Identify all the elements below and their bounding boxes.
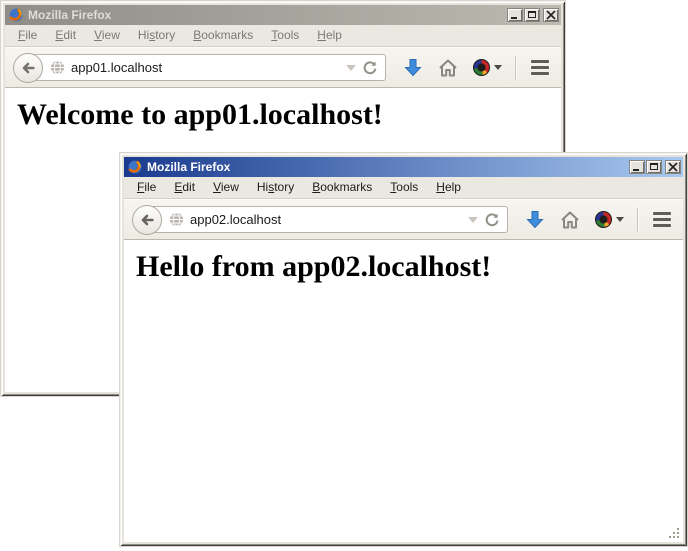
menu-view[interactable]: View bbox=[85, 26, 129, 45]
maximize-icon bbox=[528, 11, 536, 18]
menu-label-post: ools bbox=[277, 28, 299, 42]
downloads-button[interactable] bbox=[525, 210, 545, 230]
hamburger-icon bbox=[653, 224, 671, 227]
titlebar[interactable]: Mozilla Firefox bbox=[124, 157, 683, 177]
extension-button[interactable] bbox=[473, 59, 502, 76]
menu-label-post: iew bbox=[221, 180, 239, 194]
menu-accesskey: V bbox=[94, 28, 102, 42]
extension-dropdown-icon bbox=[616, 217, 624, 222]
menu-tools[interactable]: Tools bbox=[262, 26, 308, 45]
globe-icon bbox=[50, 60, 65, 75]
hamburger-icon bbox=[653, 212, 671, 215]
toolbar-separator bbox=[637, 208, 638, 232]
navigation-toolbar: app01.localhost bbox=[5, 47, 561, 88]
menu-edit[interactable]: Edit bbox=[46, 26, 85, 45]
browser-window-app02: Mozilla Firefox File Edit View History B… bbox=[119, 152, 688, 547]
home-button[interactable] bbox=[560, 210, 580, 230]
menu-label-post: ile bbox=[25, 28, 37, 42]
menu-edit[interactable]: Edit bbox=[165, 178, 204, 197]
menu-bookmarks[interactable]: Bookmarks bbox=[303, 178, 381, 197]
globe-icon bbox=[169, 212, 184, 227]
reload-icon[interactable] bbox=[484, 212, 500, 228]
firefox-icon bbox=[8, 7, 24, 23]
menu-label-post: dit bbox=[63, 28, 76, 42]
minimize-icon bbox=[511, 17, 517, 19]
menu-panel-button[interactable] bbox=[651, 210, 673, 229]
titlebar[interactable]: Mozilla Firefox bbox=[5, 5, 561, 25]
minimize-button[interactable] bbox=[507, 8, 523, 22]
hamburger-icon bbox=[531, 66, 549, 69]
menu-label-post: ookmarks bbox=[320, 180, 372, 194]
urlbar-dropdown-icon[interactable] bbox=[346, 65, 356, 71]
hamburger-icon bbox=[531, 72, 549, 75]
menu-accesskey: H bbox=[317, 28, 326, 42]
maximize-button[interactable] bbox=[524, 8, 540, 22]
url-bar[interactable]: app01.localhost bbox=[27, 54, 386, 81]
page-heading: Welcome to app01.localhost! bbox=[17, 98, 561, 132]
download-arrow-icon bbox=[403, 58, 423, 78]
menu-label-pre: Hi bbox=[138, 28, 149, 42]
url-bar[interactable]: app02.localhost bbox=[146, 206, 508, 233]
menu-label-pre: Hi bbox=[257, 180, 268, 194]
menu-label-post: elp bbox=[445, 180, 461, 194]
resize-grip[interactable] bbox=[668, 527, 681, 540]
menu-label-post: ools bbox=[396, 180, 418, 194]
extension-button[interactable] bbox=[595, 211, 624, 228]
urlbar-dropdown-icon[interactable] bbox=[468, 217, 478, 223]
page-heading: Hello from app02.localhost! bbox=[136, 250, 683, 284]
menu-accesskey: V bbox=[213, 180, 221, 194]
hamburger-icon bbox=[531, 60, 549, 63]
menu-file[interactable]: File bbox=[9, 26, 46, 45]
menu-label-post: elp bbox=[326, 28, 342, 42]
back-icon bbox=[138, 211, 156, 229]
minimize-button[interactable] bbox=[629, 160, 645, 174]
page-content: Hello from app02.localhost! bbox=[124, 240, 683, 542]
menu-panel-button[interactable] bbox=[529, 58, 551, 77]
close-button[interactable] bbox=[665, 160, 681, 174]
color-wheel-icon bbox=[595, 211, 612, 228]
home-icon bbox=[560, 210, 580, 230]
close-icon bbox=[544, 9, 558, 21]
minimize-icon bbox=[633, 169, 639, 171]
close-icon bbox=[666, 161, 680, 173]
menu-label-post: dit bbox=[182, 180, 195, 194]
menu-bar: File Edit View History Bookmarks Tools H… bbox=[124, 177, 683, 199]
menu-accesskey: H bbox=[436, 180, 445, 194]
navigation-toolbar: app02.localhost bbox=[124, 199, 683, 240]
url-text: app02.localhost bbox=[190, 212, 462, 227]
menu-label-post: tory bbox=[274, 180, 294, 194]
window-title: Mozilla Firefox bbox=[28, 5, 506, 25]
menu-file[interactable]: File bbox=[128, 178, 165, 197]
firefox-icon bbox=[127, 159, 143, 175]
close-button[interactable] bbox=[543, 8, 559, 22]
hamburger-icon bbox=[653, 218, 671, 221]
maximize-button[interactable] bbox=[646, 160, 662, 174]
menu-label-post: iew bbox=[102, 28, 120, 42]
window-title: Mozilla Firefox bbox=[147, 157, 628, 177]
toolbar-separator bbox=[515, 56, 516, 80]
download-arrow-icon bbox=[525, 210, 545, 230]
color-wheel-icon bbox=[473, 59, 490, 76]
downloads-button[interactable] bbox=[403, 58, 423, 78]
menu-bar: File Edit View History Bookmarks Tools H… bbox=[5, 25, 561, 47]
menu-help[interactable]: Help bbox=[427, 178, 470, 197]
home-button[interactable] bbox=[438, 58, 458, 78]
menu-view[interactable]: View bbox=[204, 178, 248, 197]
menu-label-post: ile bbox=[144, 180, 156, 194]
menu-history[interactable]: History bbox=[129, 26, 184, 45]
home-icon bbox=[438, 58, 458, 78]
menu-label-post: tory bbox=[155, 28, 175, 42]
back-button[interactable] bbox=[13, 53, 43, 83]
extension-dropdown-icon bbox=[494, 65, 502, 70]
menu-help[interactable]: Help bbox=[308, 26, 351, 45]
menu-label-post: ookmarks bbox=[201, 28, 253, 42]
menu-bookmarks[interactable]: Bookmarks bbox=[184, 26, 262, 45]
maximize-icon bbox=[650, 163, 658, 170]
reload-icon[interactable] bbox=[362, 60, 378, 76]
url-text: app01.localhost bbox=[71, 60, 340, 75]
back-icon bbox=[19, 59, 37, 77]
back-button[interactable] bbox=[132, 205, 162, 235]
menu-tools[interactable]: Tools bbox=[381, 178, 427, 197]
menu-history[interactable]: History bbox=[248, 178, 303, 197]
